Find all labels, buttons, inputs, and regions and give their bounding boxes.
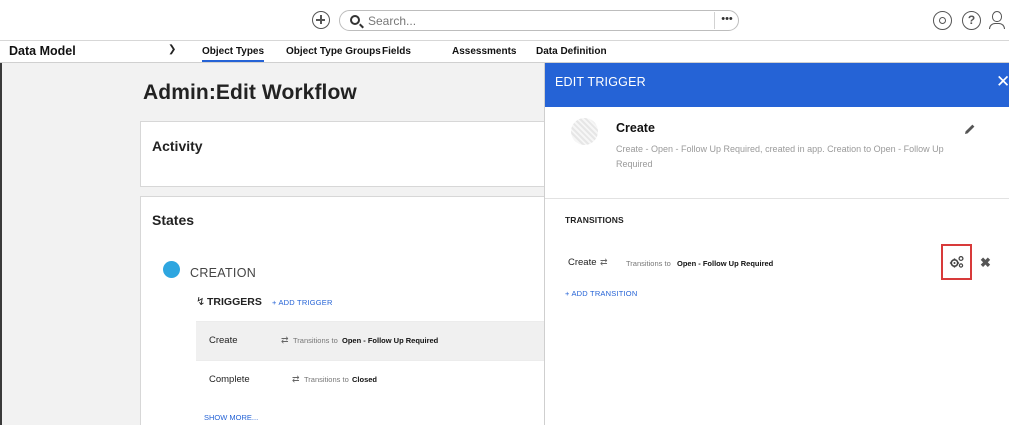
trigger-destination: Open - Follow Up Required xyxy=(342,336,439,345)
user-icon[interactable] xyxy=(989,11,1005,30)
add-transition-link[interactable]: + ADD TRANSITION xyxy=(565,289,637,298)
search-input[interactable]: Search... ••• xyxy=(339,10,739,31)
transition-arrows-icon: ⇄ xyxy=(600,257,608,267)
more-icon[interactable]: ••• xyxy=(714,12,739,29)
transition-settings-button[interactable] xyxy=(941,244,972,280)
nav-bar: Data Model ❯ Object Types Object Type Gr… xyxy=(0,41,1009,63)
activity-card: Activity xyxy=(140,121,560,187)
trigger-destination: Closed xyxy=(352,375,378,384)
search-placeholder: Search... xyxy=(368,14,417,28)
lightning-icon: ↯ xyxy=(196,296,206,308)
panel-header: EDIT TRIGGER ✕ xyxy=(545,63,1009,107)
show-more-link[interactable]: SHOW MORE... xyxy=(204,413,258,422)
state-name: CREATION xyxy=(190,266,257,280)
section-title: Data Model xyxy=(9,44,76,58)
close-icon[interactable]: ✕ xyxy=(996,72,1009,92)
tab-object-types[interactable]: Object Types xyxy=(202,46,265,62)
add-trigger-link[interactable]: + ADD TRIGGER xyxy=(272,298,333,307)
trigger-name: Complete xyxy=(209,374,250,385)
transition-arrows-icon: ⇄ xyxy=(292,374,300,384)
trigger-row[interactable]: Complete ⇄ Transitions to Closed xyxy=(196,360,561,399)
trigger-avatar xyxy=(571,118,598,145)
help-icon[interactable]: ? xyxy=(962,11,981,30)
edit-pencil-icon[interactable] xyxy=(964,122,976,134)
top-bar: Search... ••• ? xyxy=(0,0,1009,41)
window-edge xyxy=(0,0,2,425)
settings-icon[interactable] xyxy=(933,11,952,30)
divider xyxy=(545,198,1009,199)
delete-transition-icon[interactable]: ✖ xyxy=(980,255,991,271)
states-card: States CREATION ↯ TRIGGERS + ADD TRIGGER… xyxy=(140,196,561,425)
trigger-name: Create xyxy=(209,335,238,346)
add-circle-icon[interactable] xyxy=(312,11,330,29)
transition-destination: Open - Follow Up Required xyxy=(677,259,774,268)
edit-trigger-panel: EDIT TRIGGER ✕ Create Create - Open - Fo… xyxy=(544,63,1009,425)
tab-object-type-groups[interactable]: Object Type Groups xyxy=(286,46,381,57)
transition-name: Create xyxy=(568,257,597,268)
search-icon xyxy=(350,15,360,25)
state-dot-icon xyxy=(163,261,180,278)
transitions-to-label: Transitions to xyxy=(293,336,338,345)
tab-assessments[interactable]: Assessments xyxy=(452,46,516,57)
transitions-to-label: Transitions to xyxy=(626,259,671,268)
activity-heading: Activity xyxy=(152,138,203,154)
page-title: Admin:Edit Workflow xyxy=(143,81,357,104)
trigger-description: Create - Open - Follow Up Required, crea… xyxy=(616,144,944,169)
transitions-label: TRANSITIONS xyxy=(565,215,624,225)
tab-fields[interactable]: Fields xyxy=(382,46,411,57)
triggers-label: TRIGGERS xyxy=(207,296,262,308)
panel-title: EDIT TRIGGER xyxy=(555,75,646,89)
tab-data-definition[interactable]: Data Definition xyxy=(536,46,607,57)
chevron-down-icon[interactable]: ❯ xyxy=(168,44,176,55)
gears-icon xyxy=(949,255,964,268)
transitions-to-label: Transitions to xyxy=(304,375,349,384)
transition-arrows-icon: ⇄ xyxy=(281,335,289,345)
trigger-title: Create xyxy=(616,121,655,135)
trigger-row[interactable]: Create ⇄ Transitions to Open - Follow Up… xyxy=(196,321,561,360)
states-heading: States xyxy=(152,212,195,228)
